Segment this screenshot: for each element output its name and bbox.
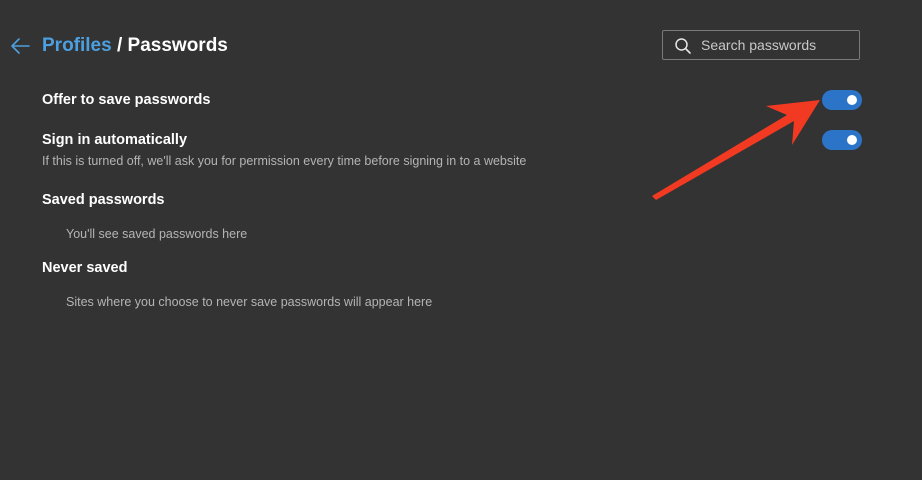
search-icon xyxy=(675,38,691,54)
arrow-left-icon xyxy=(11,38,30,54)
page-title: Passwords xyxy=(127,35,228,56)
offer-to-save-label: Offer to save passwords xyxy=(42,92,211,108)
toggle-knob xyxy=(847,135,857,145)
saved-passwords-heading: Saved passwords xyxy=(42,192,165,208)
sign-in-automatically-label: Sign in automatically xyxy=(42,132,188,148)
page-header: Profiles / Passwords xyxy=(0,0,922,90)
passwords-settings-page: Profiles / Passwords Offer to save passw… xyxy=(0,0,922,480)
sign-in-automatically-toggle[interactable] xyxy=(822,130,862,150)
offer-to-save-toggle[interactable] xyxy=(822,90,862,110)
back-button[interactable] xyxy=(9,35,31,57)
breadcrumb-profiles-link[interactable]: Profiles xyxy=(42,35,112,56)
breadcrumb-separator: / xyxy=(116,35,123,56)
sign-in-automatically-description: If this is turned off, we'll ask you for… xyxy=(42,154,527,168)
never-saved-heading: Never saved xyxy=(42,260,128,276)
toggle-knob xyxy=(847,95,857,105)
saved-passwords-empty-text: You'll see saved passwords here xyxy=(66,227,248,241)
search-input[interactable] xyxy=(701,31,855,59)
search-box[interactable] xyxy=(662,30,860,60)
breadcrumb: Profiles / Passwords xyxy=(42,34,228,58)
never-saved-empty-text: Sites where you choose to never save pas… xyxy=(66,295,433,309)
